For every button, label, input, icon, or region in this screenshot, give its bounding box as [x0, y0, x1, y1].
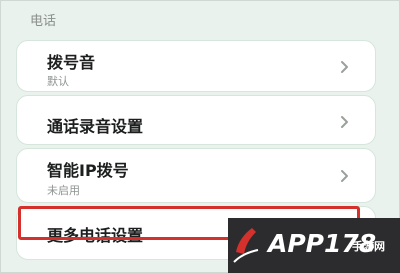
setting-title: 通话录音设置: [47, 117, 144, 136]
watermark-logo-icon: [230, 222, 264, 268]
setting-call-recording[interactable]: 通话录音设置: [16, 95, 376, 145]
section-title: 电话: [30, 14, 57, 29]
setting-smart-ip-dial[interactable]: 智能IP拨号 未启用: [16, 148, 376, 203]
setting-title: 拨号音: [47, 53, 96, 72]
setting-value: 未启用: [47, 184, 80, 197]
setting-title: 智能IP拨号: [47, 161, 129, 180]
chevron-right-icon: [337, 115, 351, 129]
watermark-suffix: 手游网: [352, 240, 385, 253]
chevron-right-icon: [337, 169, 351, 183]
setting-value: 默认: [47, 75, 69, 88]
setting-dial-tone[interactable]: 拨号音 默认: [16, 40, 376, 92]
chevron-right-icon: [337, 60, 351, 74]
watermark: APP178 手游网: [228, 218, 400, 273]
